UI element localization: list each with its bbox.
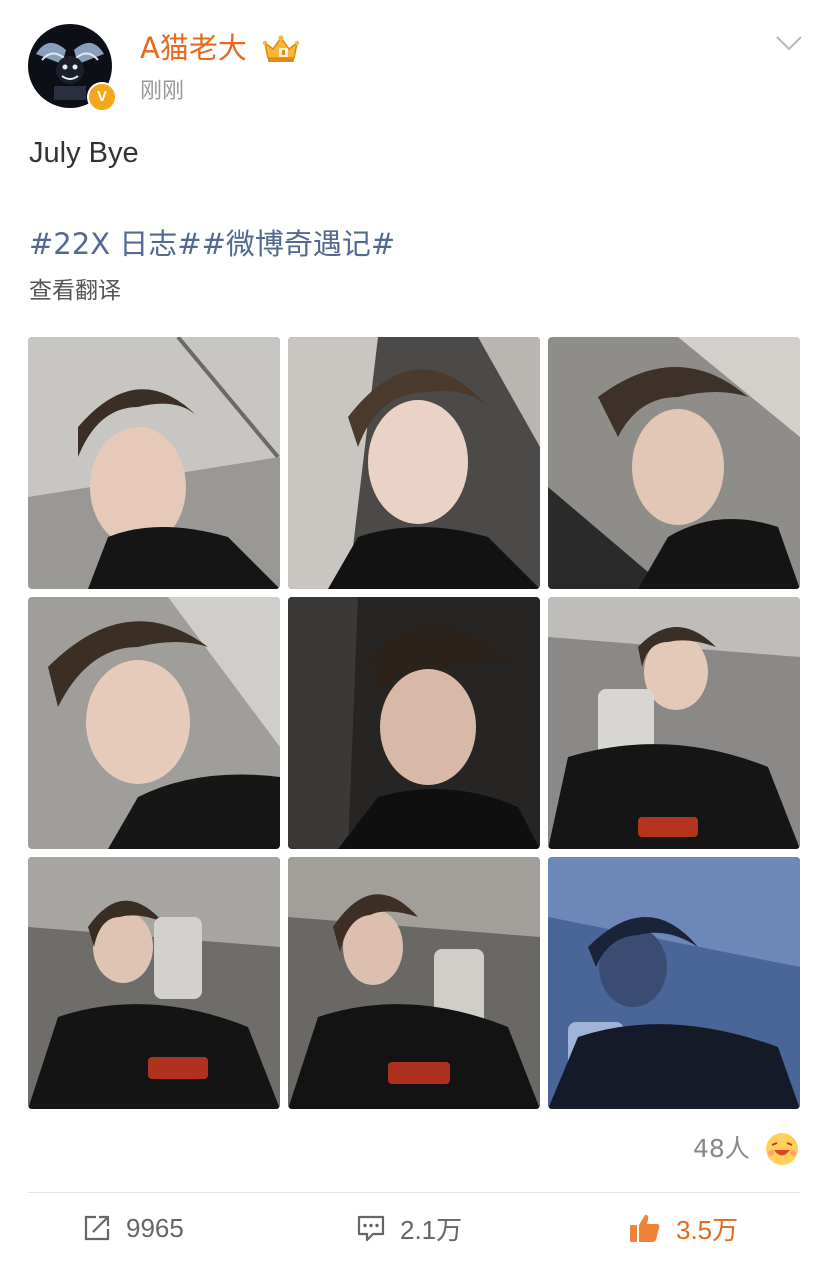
comment-icon bbox=[357, 1215, 385, 1242]
photo-5[interactable] bbox=[288, 597, 540, 849]
comment-count: 2.1万 bbox=[400, 1214, 463, 1245]
reaction-count[interactable]: 48人 bbox=[693, 1134, 750, 1164]
photo-1[interactable] bbox=[28, 337, 280, 589]
weibo-post: V A猫老大 刚刚 July Bye #22X 日志##微博奇遇记# 查看翻译 bbox=[0, 0, 828, 1264]
divider bbox=[28, 1192, 800, 1193]
photo-7[interactable] bbox=[28, 857, 280, 1109]
photo-6[interactable] bbox=[548, 597, 800, 849]
author-name[interactable]: A猫老大 bbox=[140, 30, 247, 66]
post-timestamp: 刚刚 bbox=[140, 79, 185, 104]
translate-link[interactable]: 查看翻译 bbox=[29, 276, 121, 306]
avatar[interactable]: V bbox=[28, 24, 117, 112]
photo-9[interactable] bbox=[548, 857, 800, 1109]
photo-4[interactable] bbox=[28, 597, 280, 849]
crown-icon[interactable] bbox=[262, 33, 300, 65]
repost-icon bbox=[84, 1215, 110, 1241]
like-count: 3.5万 bbox=[676, 1214, 739, 1245]
post-text: July Bye bbox=[29, 137, 139, 169]
laughing-emoji-icon[interactable] bbox=[764, 1131, 800, 1167]
verified-badge-icon: V bbox=[87, 82, 117, 112]
verified-badge-label: V bbox=[96, 88, 107, 105]
hashtag-links[interactable]: #22X 日志##微博奇遇记# bbox=[29, 224, 395, 264]
photo-3[interactable] bbox=[548, 337, 800, 589]
repost-button[interactable]: 9965 bbox=[82, 1208, 184, 1248]
chevron-down-icon[interactable] bbox=[775, 34, 803, 52]
photo-8[interactable] bbox=[288, 857, 540, 1109]
like-button[interactable]: 3.5万 bbox=[628, 1208, 738, 1248]
photo-2[interactable] bbox=[288, 337, 540, 589]
photo-grid bbox=[28, 337, 800, 1109]
comment-button[interactable]: 2.1万 bbox=[356, 1208, 462, 1248]
repost-count: 9965 bbox=[126, 1212, 184, 1243]
thumbs-up-icon bbox=[630, 1214, 660, 1242]
